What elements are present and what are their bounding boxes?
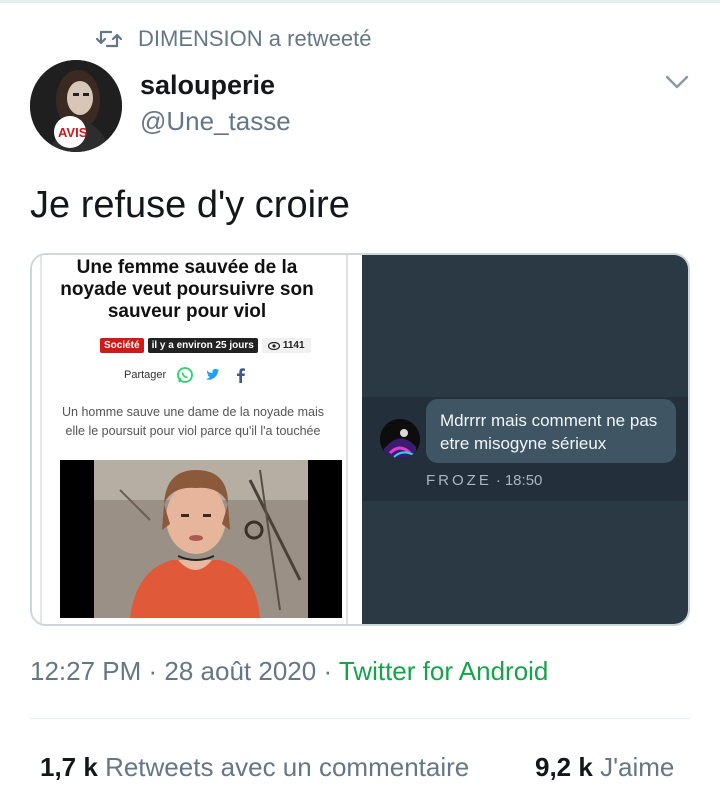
tweet-text: Je refuse d'y croire: [30, 184, 350, 226]
tweet-time: 12:27 PM: [30, 656, 142, 686]
chat-avatar-image: [380, 419, 420, 459]
likes-label: J'aime: [600, 752, 675, 782]
article-photo: [60, 460, 342, 618]
author-display-name[interactable]: salouperie: [140, 70, 275, 101]
chat-separator: ·: [495, 472, 501, 489]
article-title: Une femme sauvée de la noyade veut pours…: [60, 257, 314, 322]
tweet-source-link[interactable]: Twitter for Android: [339, 656, 549, 686]
share-label: Partager: [124, 369, 167, 381]
retweet-icon: [96, 30, 122, 48]
quote-retweets-count: 1,7 k: [40, 752, 98, 782]
avatar-badge: AVIS: [58, 125, 88, 140]
twitter-bird-icon: [206, 368, 221, 380]
stats-divider: [30, 718, 690, 719]
age-badge: il y a environ 25 jours: [147, 338, 258, 353]
author-handle[interactable]: @Une_tasse: [140, 106, 291, 137]
tweet-metadata: 12:27 PM · 28 août 2020 · Twitter for An…: [30, 656, 548, 687]
category-badge: Société: [100, 338, 144, 353]
retweet-context[interactable]: DIMENSION a retweeté: [96, 26, 372, 52]
quote-retweets-stat[interactable]: 1,7 k Retweets avec un commentaire: [40, 752, 469, 783]
avatar-image: AVIS: [30, 60, 122, 152]
article-photo-image: [60, 460, 342, 618]
views-badge: 1141: [261, 338, 311, 353]
frame-edge: [346, 255, 348, 624]
chat-screenshot: Mdrrrr mais comment ne pas etre misogyne…: [362, 255, 688, 624]
likes-count: 9,2 k: [535, 752, 593, 782]
meta-separator: ·: [141, 656, 165, 686]
avatar[interactable]: AVIS: [30, 60, 122, 152]
share-row: Partager: [124, 366, 250, 384]
frame-edge: [40, 255, 42, 624]
chat-message-meta: FROZE · 18:50: [426, 472, 542, 489]
likes-stat[interactable]: 9,2 k J'aime: [535, 752, 674, 783]
retweet-context-text: DIMENSION a retweeté: [138, 26, 372, 51]
article-screenshot: Une femme sauvée de la noyade veut pours…: [32, 255, 360, 624]
tweet-media[interactable]: Une femme sauvée de la noyade veut pours…: [30, 253, 690, 626]
top-divider: [0, 0, 720, 3]
whatsapp-icon: [177, 367, 194, 383]
eye-icon: [267, 341, 280, 350]
meta-separator: ·: [316, 656, 339, 686]
chat-message-bubble: Mdrrrr mais comment ne pas etre misogyne…: [426, 399, 676, 463]
facebook-icon: [237, 368, 246, 383]
chat-sender: FROZE: [426, 472, 492, 489]
views-count: 1141: [282, 340, 305, 351]
tweet-date: 28 août 2020: [164, 656, 317, 686]
chat-time: 18:50: [504, 472, 543, 489]
chat-avatar: [380, 419, 420, 459]
article-summary: Un homme sauve une dame de la noyade mai…: [62, 405, 324, 438]
article-badges: Société il y a environ 25 jours 1141: [100, 338, 311, 353]
quote-retweets-label: Retweets avec un commentaire: [105, 752, 470, 782]
chevron-down-icon[interactable]: [664, 72, 690, 92]
